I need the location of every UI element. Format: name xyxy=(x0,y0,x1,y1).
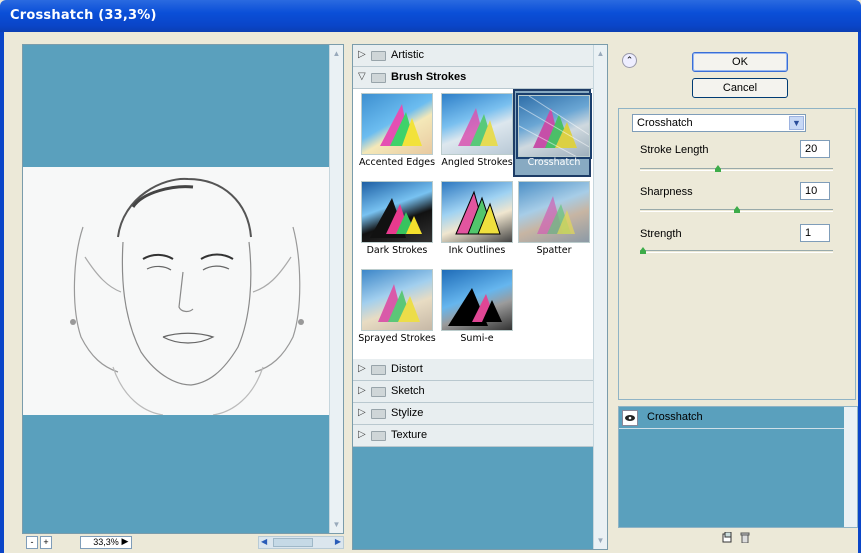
filter-label: Angled Strokes xyxy=(441,157,513,168)
sketch-portrait xyxy=(70,177,304,416)
collapse-browser-icon[interactable]: ⌃ xyxy=(622,53,637,68)
preview-vertical-scrollbar[interactable]: ▲ ▼ xyxy=(329,45,343,533)
filter-label: Dark Strokes xyxy=(366,245,428,256)
category-brush-strokes[interactable]: ▽ Brush Strokes xyxy=(353,67,593,89)
stroke-length-thumb[interactable] xyxy=(714,165,721,172)
zoom-out-button[interactable]: - xyxy=(26,536,38,549)
category-sketch[interactable]: ▷ Sketch xyxy=(353,381,593,403)
category-artistic[interactable]: ▷ Artistic xyxy=(353,45,593,67)
scroll-down-icon[interactable]: ▼ xyxy=(330,518,343,531)
sharpness-thumb[interactable] xyxy=(733,206,740,213)
scroll-up-icon[interactable]: ▲ xyxy=(594,47,607,60)
stroke-length-field[interactable]: 20 xyxy=(800,140,830,158)
settings-panel: ⌃ OK Cancel Crosshatch ▼ Stroke Length 2… xyxy=(618,44,858,549)
trash-icon[interactable] xyxy=(740,532,750,544)
effect-layer-row[interactable]: Crosshatch xyxy=(619,407,845,429)
filter-label: Spatter xyxy=(536,245,572,256)
filter-browser: ▷ Artistic ▽ Brush Strokes Accented Edge… xyxy=(352,44,608,550)
expand-triangle-icon: ▷ xyxy=(358,429,366,440)
preview-pane[interactable]: ▲ ▼ xyxy=(22,44,344,534)
filter-thumb-crosshatch[interactable] xyxy=(516,93,592,159)
sailboat-thumb xyxy=(458,108,498,146)
title-bar[interactable]: Crosshatch (33,3%) xyxy=(0,0,861,32)
scroll-up-icon[interactable]: ▲ xyxy=(330,47,343,60)
eye-icon[interactable] xyxy=(622,410,638,426)
expand-triangle-icon: ▷ xyxy=(358,49,366,60)
sharpness-field[interactable]: 10 xyxy=(800,182,830,200)
eye-glyph xyxy=(625,415,635,421)
sailboat-thumb xyxy=(370,198,422,238)
scroll-left-icon[interactable]: ◀ xyxy=(261,537,267,546)
folder-icon xyxy=(371,365,386,375)
zoom-in-button[interactable]: + xyxy=(40,536,52,549)
category-label: Sketch xyxy=(391,385,425,397)
filter-label: Accented Edges xyxy=(358,157,436,168)
browser-vertical-scrollbar[interactable]: ▲ ▼ xyxy=(593,45,607,549)
scroll-right-icon[interactable]: ▶ xyxy=(335,537,341,546)
category-distort[interactable]: ▷ Distort xyxy=(353,359,593,381)
window-title: Crosshatch (33,3%) xyxy=(10,8,157,23)
preview-horizontal-scrollbar[interactable]: ◀ ▶ xyxy=(258,536,344,549)
filter-select[interactable]: Crosshatch ▼ xyxy=(632,114,806,132)
filter-thumb-sprayed-strokes[interactable] xyxy=(361,269,433,331)
strength-label: Strength xyxy=(640,228,682,240)
layers-vertical-scrollbar[interactable] xyxy=(844,407,857,527)
filter-thumb-ink-outlines[interactable] xyxy=(441,181,513,243)
scroll-thumb[interactable] xyxy=(273,538,313,547)
sailboat-thumb xyxy=(448,288,502,326)
filter-label: Sumi-e xyxy=(460,333,494,344)
sailboat-thumb xyxy=(455,190,501,235)
effect-layer-label: Crosshatch xyxy=(647,411,703,423)
folder-icon xyxy=(371,409,386,419)
chevron-down-icon[interactable]: ▼ xyxy=(789,116,804,130)
filter-label: Crosshatch xyxy=(527,157,581,168)
cancel-button[interactable]: Cancel xyxy=(692,78,788,98)
category-label: Brush Strokes xyxy=(391,71,467,83)
ok-button[interactable]: OK xyxy=(692,52,788,72)
folder-icon xyxy=(371,51,386,61)
folder-icon xyxy=(371,387,386,397)
folder-icon xyxy=(371,431,386,441)
window-frame-left xyxy=(0,32,4,553)
category-label: Artistic xyxy=(391,49,424,61)
sailboat-thumb xyxy=(537,196,575,234)
sailboat-thumb xyxy=(380,104,422,146)
filter-thumbnails: Accented Edges Angled Strokes Crosshatch… xyxy=(353,89,593,359)
expand-triangle-icon: ▷ xyxy=(358,385,366,396)
strength-thumb[interactable] xyxy=(640,247,646,254)
new-effect-layer-icon[interactable] xyxy=(722,531,732,543)
filter-thumb-sumi-e[interactable] xyxy=(441,269,513,331)
filter-label: Sprayed Strokes xyxy=(358,333,436,344)
category-stylize[interactable]: ▷ Stylize xyxy=(353,403,593,425)
collapse-triangle-icon: ▽ xyxy=(358,71,366,82)
category-label: Distort xyxy=(391,363,423,375)
sailboat-thumb xyxy=(378,284,420,322)
trash-glyph xyxy=(740,532,750,544)
filter-select-value: Crosshatch xyxy=(637,117,693,129)
new-layer-glyph xyxy=(722,531,732,543)
folder-open-icon xyxy=(371,73,386,83)
expand-triangle-icon: ▷ xyxy=(358,363,366,374)
sailboat-thumb xyxy=(519,96,589,156)
filter-gallery-window: Crosshatch (33,3%) ▲ ▼ - + 33,3% ▶ ◀ ▶ ▷… xyxy=(0,0,861,553)
stroke-length-slider[interactable] xyxy=(640,168,833,171)
expand-triangle-icon: ▷ xyxy=(358,407,366,418)
filter-thumb-spatter[interactable] xyxy=(518,181,590,243)
category-texture[interactable]: ▷ Texture xyxy=(353,425,593,447)
preview-statusbar: - + 33,3% ▶ ◀ ▶ xyxy=(22,534,344,550)
sharpness-label: Sharpness xyxy=(640,186,693,198)
strength-field[interactable]: 1 xyxy=(800,224,830,242)
filter-thumb-angled-strokes[interactable] xyxy=(441,93,513,155)
stroke-length-label: Stroke Length xyxy=(640,144,709,156)
preview-image xyxy=(23,167,343,416)
filter-label: Ink Outlines xyxy=(448,245,506,256)
zoom-menu-icon[interactable]: ▶ xyxy=(118,536,132,549)
strength-slider[interactable] xyxy=(640,250,833,253)
category-label: Stylize xyxy=(391,407,424,419)
filter-thumb-dark-strokes[interactable] xyxy=(361,181,433,243)
filter-thumb-accented-edges[interactable] xyxy=(361,93,433,155)
scroll-down-icon[interactable]: ▼ xyxy=(594,534,607,547)
effect-layers-panel: Crosshatch xyxy=(618,406,858,528)
category-label: Texture xyxy=(391,429,428,441)
